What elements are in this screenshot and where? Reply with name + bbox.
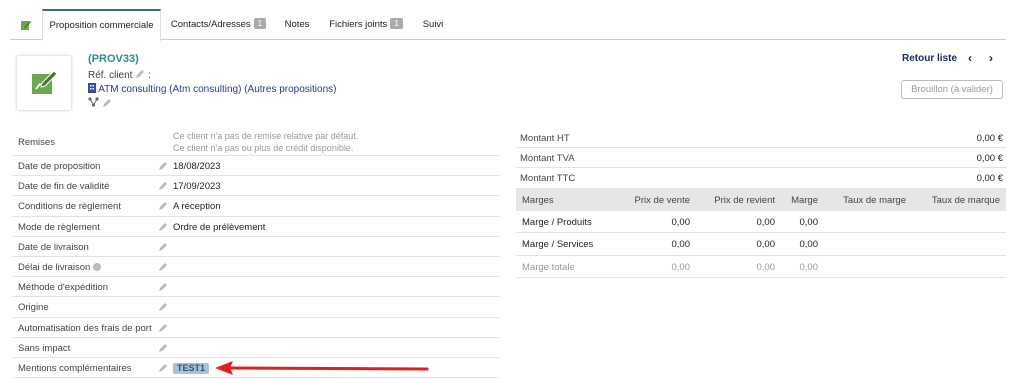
total-value: 0,00 € (976, 153, 1003, 165)
field-row-mode-reglement: Mode de règlement Ordre de prélèvement (12, 217, 500, 237)
total-row-ht: Montant HT 0,00 € (516, 128, 1006, 149)
margin-row-services: Marge / Services 0,00 0,00 0,00 (516, 233, 1006, 256)
previous-record-button[interactable]: ‹ (968, 51, 972, 65)
edit-pencil-icon[interactable] (158, 242, 168, 252)
margins-header: Marges Prix de vente Prix de revient Mar… (516, 188, 1006, 211)
edit-pencil-icon[interactable] (158, 343, 168, 353)
field-value: 18/08/2023 (173, 161, 221, 172)
proposal-icon (21, 21, 31, 30)
field-row-conditions-reglement: Conditions de règlement A réception (12, 196, 500, 217)
total-value: 0,00 € (976, 133, 1003, 144)
field-row-automatisation: Automatisation des frais de port (12, 318, 500, 338)
annotation-arrow (215, 361, 429, 375)
totals-table: Montant HT 0,00 € Montant TVA 0,00 € Mon… (516, 128, 1006, 279)
total-value: 0,00 € (976, 173, 1003, 185)
edit-pencil-icon[interactable] (158, 363, 168, 373)
proposal-ref: (PROV33) (88, 53, 139, 65)
project-icon[interactable] (88, 97, 99, 107)
tab-suivi[interactable]: Suivi (417, 9, 449, 40)
building-icon (88, 83, 96, 93)
remise-info: Ce client n'a pas de remise relative par… (173, 131, 359, 153)
edit-pencil-icon[interactable] (158, 201, 168, 211)
edit-pencil-icon[interactable] (158, 262, 168, 272)
field-row-date-fin-validite: Date de fin de validité 17/09/2023 (12, 176, 500, 197)
field-row-remises: Remises Ce client n'a pas de remise rela… (12, 128, 500, 156)
edit-pencil-icon[interactable] (158, 302, 168, 312)
field-row-delai-livraison: Délai de livraison (12, 257, 500, 278)
total-row-ttc: Montant TTC 0,00 € (516, 168, 1006, 189)
field-row-date-proposition: Date de proposition 18/08/2023 (12, 156, 500, 177)
field-row-date-livraison: Date de livraison (12, 237, 500, 257)
ref-client: Réf. client : (88, 69, 151, 81)
back-to-list-link[interactable]: Retour liste (902, 53, 957, 64)
status-badge: Brouillon (à valider) (901, 80, 1003, 99)
field-value: A réception (173, 201, 221, 213)
edit-pencil-icon[interactable] (158, 161, 168, 171)
field-label: Remises (18, 137, 55, 148)
field-row-sans-impact: Sans impact (12, 338, 500, 358)
thirdparty-link[interactable]: ATM consulting (Atm consulting) (Autres … (88, 83, 336, 95)
info-icon[interactable] (93, 262, 102, 271)
proposal-logo (17, 56, 71, 110)
edit-pencil-icon[interactable] (158, 282, 168, 292)
project-link-row (88, 97, 112, 110)
tab-notes[interactable]: Notes (278, 9, 316, 40)
tab-contacts[interactable]: Contacts/Adresses 1 (167, 9, 270, 40)
edit-pencil-icon[interactable] (102, 98, 112, 108)
tab-proposition[interactable]: Proposition commerciale (42, 9, 161, 41)
margin-row-produits: Marge / Produits 0,00 0,00 0,00 (516, 211, 1006, 234)
tab-bar: Proposition commerciale Contacts/Adresse… (10, 9, 1006, 41)
proposal-fields-table: Remises Ce client n'a pas de remise rela… (12, 128, 500, 379)
field-value: 17/09/2023 (173, 181, 221, 193)
field-row-origine: Origine (12, 297, 500, 318)
total-row-tva: Montant TVA 0,00 € (516, 148, 1006, 169)
edit-pencil-icon[interactable] (158, 323, 168, 333)
next-record-button[interactable]: › (989, 51, 993, 65)
field-value: Ordre de prélèvement (173, 221, 266, 233)
edit-pencil-icon[interactable] (158, 222, 168, 232)
tab-badge: 1 (390, 18, 403, 29)
field-row-methode-expedition: Méthode d'expédition (12, 277, 500, 298)
margin-row-total: Marge totale 0,00 0,00 0,00 (516, 256, 1006, 279)
tab-fichiers[interactable]: Fichiers joints 1 (326, 9, 406, 40)
proposal-logo-icon (32, 70, 58, 94)
tab-badge: 1 (253, 18, 267, 29)
edit-pencil-icon[interactable] (158, 181, 168, 191)
mention-tag: TEST1 (173, 362, 210, 374)
edit-pencil-icon[interactable] (135, 69, 145, 79)
